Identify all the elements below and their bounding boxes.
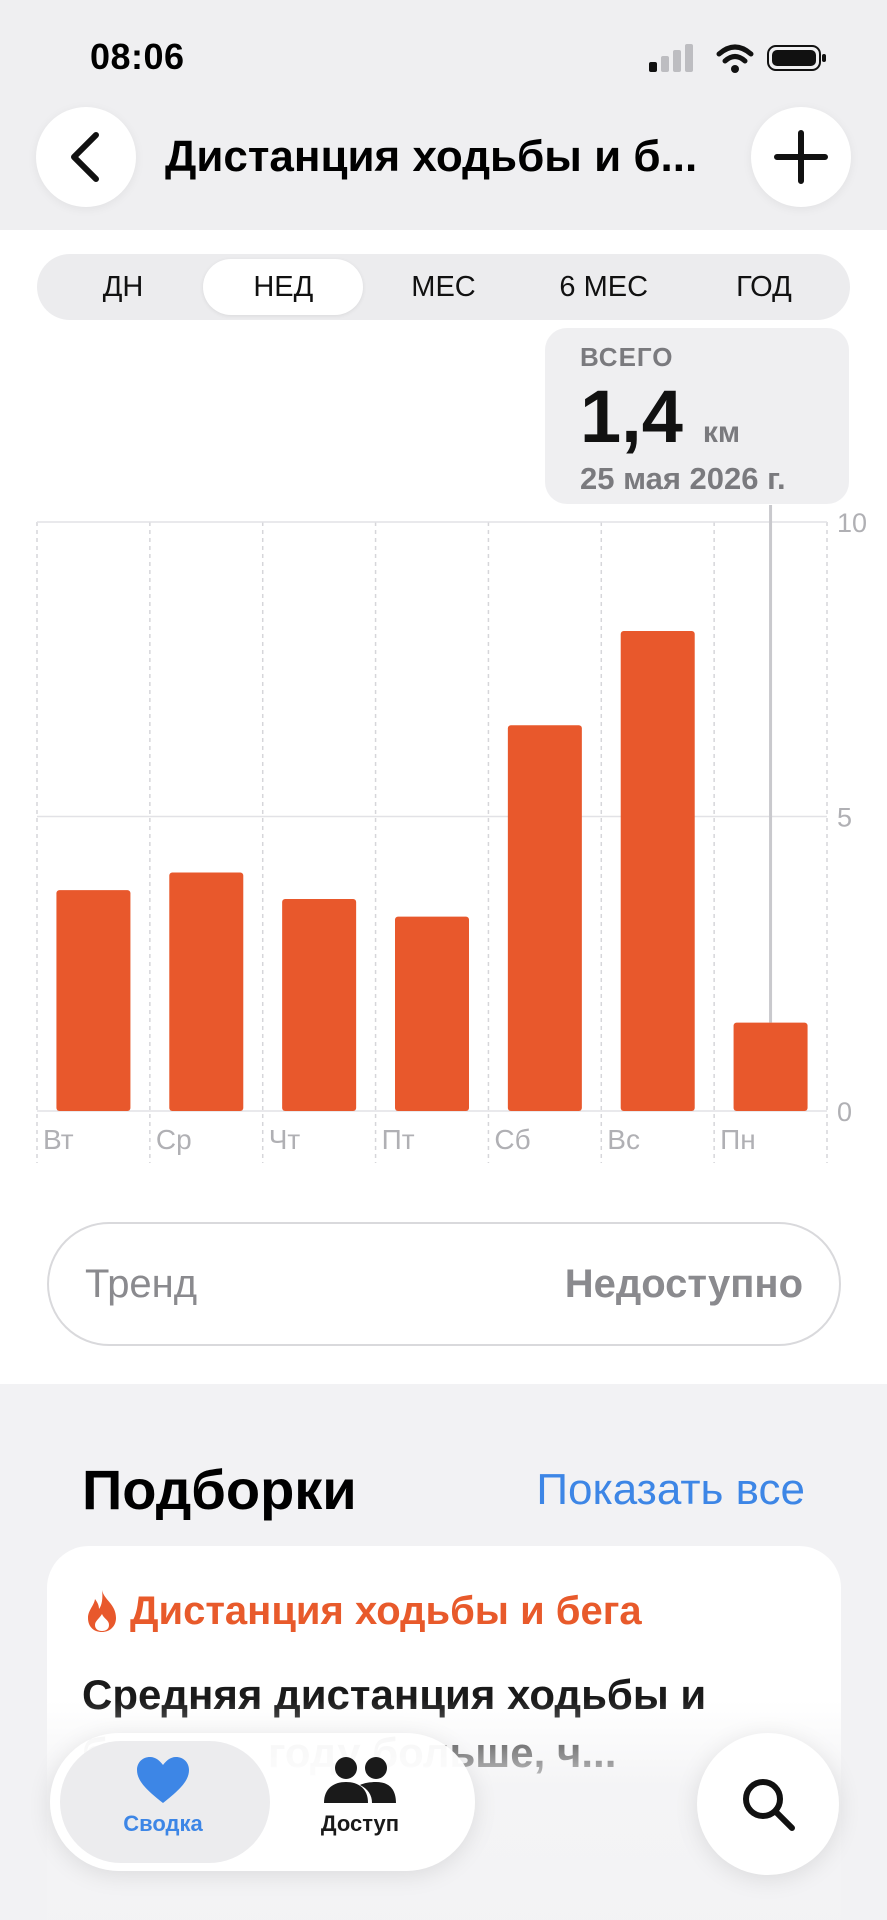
trend-value: Недоступно xyxy=(564,1261,803,1306)
trend-label: Тренд xyxy=(85,1261,198,1306)
top-header-area xyxy=(0,0,887,230)
callout-value-row: 1,4 км xyxy=(580,377,849,457)
people-icon xyxy=(324,1757,396,1803)
add-button[interactable] xyxy=(751,107,851,207)
chevron-left-icon xyxy=(71,132,99,182)
x-tick-label: Чт xyxy=(269,1124,301,1155)
segment-day[interactable]: ДН xyxy=(43,259,203,315)
highlight-card-category: Дистанция ходьбы и бега xyxy=(82,1588,642,1634)
chart-svg[interactable]: 10 5 0 Вт Ср Чт Пт Сб Вс Пн xyxy=(0,505,887,1165)
callout-unit: км xyxy=(702,416,741,449)
tab-summary-label: Сводка xyxy=(123,1811,203,1836)
segment-year[interactable]: ГОД xyxy=(684,259,844,315)
segment-6-months[interactable]: 6 МЕС xyxy=(524,259,684,315)
tab-sharing-label: Доступ xyxy=(320,1811,400,1836)
y-tick-label: 0 xyxy=(837,1097,852,1127)
callout-date: 25 мая 2026 г. xyxy=(580,461,786,496)
callout-label: ВСЕГО xyxy=(580,342,674,372)
bar-Пн xyxy=(733,1022,808,1111)
highlight-category-label: Дистанция ходьбы и бега xyxy=(130,1588,642,1633)
heart-icon xyxy=(137,1757,189,1803)
x-tick-label: Ср xyxy=(156,1124,192,1155)
x-tick-label: Пт xyxy=(382,1124,415,1155)
search-icon xyxy=(743,1779,795,1831)
status-icons xyxy=(649,44,826,73)
wifi-icon xyxy=(716,44,754,73)
search-button[interactable] xyxy=(697,1733,839,1875)
y-tick-label: 10 xyxy=(837,508,867,538)
distance-bar-chart[interactable]: 10 5 0 Вт Ср Чт Пт Сб Вс Пн xyxy=(0,505,887,1165)
cellular-signal-icon xyxy=(649,44,693,72)
status-time: 08:06 xyxy=(90,36,185,77)
page-title: Дистанция ходьбы и б... xyxy=(165,132,698,181)
bar-Пт xyxy=(395,916,469,1111)
show-all-link[interactable]: Показать все xyxy=(536,1465,805,1515)
tab-sharing[interactable]: Доступ xyxy=(270,1755,450,1837)
plus-icon xyxy=(774,130,828,184)
tab-summary[interactable]: Сводка xyxy=(73,1755,253,1837)
x-tick-label: Вс xyxy=(607,1124,640,1155)
x-tick-label: Сб xyxy=(494,1124,530,1155)
bar-Сб xyxy=(507,725,582,1111)
bar-Вс xyxy=(620,630,695,1111)
selection-callout: ВСЕГО 1,4 км 25 мая 2026 г. xyxy=(545,328,849,504)
segment-month[interactable]: МЕС xyxy=(363,259,523,315)
back-button[interactable] xyxy=(36,107,136,207)
bar-Вт xyxy=(56,890,131,1111)
bar-Ср xyxy=(169,872,244,1111)
y-tick-label: 5 xyxy=(837,803,852,833)
x-tick-label: Пн xyxy=(720,1124,756,1155)
trend-row[interactable]: Тренд Недоступно xyxy=(47,1222,841,1346)
callout-value: 1,4 xyxy=(580,375,683,458)
segment-week[interactable]: НЕД xyxy=(203,259,364,315)
flame-icon xyxy=(88,1590,116,1632)
battery-icon xyxy=(767,45,826,71)
period-segmented-control: ДН НЕД МЕС 6 МЕС ГОД xyxy=(37,254,850,320)
x-tick-label: Вт xyxy=(43,1124,74,1155)
bar-Чт xyxy=(282,898,357,1111)
highlights-title: Подборки xyxy=(82,1458,357,1521)
